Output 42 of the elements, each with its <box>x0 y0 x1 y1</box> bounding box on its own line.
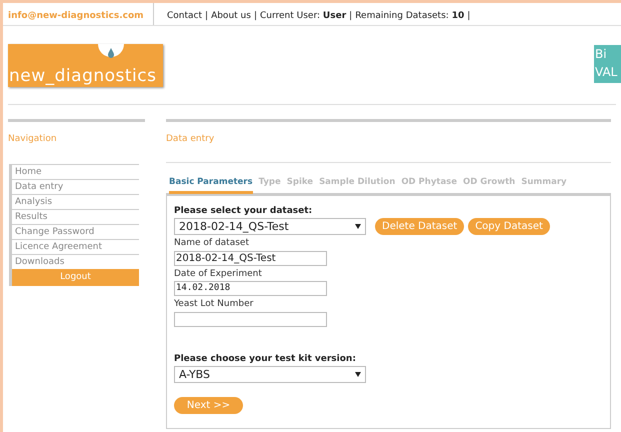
email-link[interactable]: info@new-diagnostics.com <box>8 10 144 23</box>
tab[interactable]: Basic Parameters <box>169 176 253 194</box>
tab[interactable]: OD Phytase <box>401 176 457 194</box>
separator: | <box>467 10 470 22</box>
tab[interactable]: Spike <box>286 176 314 194</box>
separator: | <box>254 10 257 22</box>
nav-item[interactable]: Licence Agreement <box>12 239 139 254</box>
header-link[interactable]: About us <box>211 10 251 23</box>
tab[interactable]: Type <box>258 176 281 194</box>
next-button[interactable]: Next >> <box>174 397 243 414</box>
company-logo: new_diagnostics <box>8 44 163 87</box>
nav-item[interactable]: Analysis <box>12 194 139 209</box>
separator: | <box>349 10 352 22</box>
nav-item[interactable]: Home <box>12 164 139 179</box>
dataset-action-button[interactable]: Delete Dataset <box>375 218 464 236</box>
input-field[interactable]: 14.02.2018 <box>174 281 327 296</box>
dropdown-arrow-icon <box>355 224 361 230</box>
input-field[interactable] <box>174 312 327 327</box>
dropdown-arrow-icon <box>355 372 361 378</box>
nav-item[interactable]: Data entry <box>12 179 139 194</box>
nav-item[interactable]: Results <box>12 209 139 224</box>
header-info: Remaining Datasets: 10 <box>355 10 464 22</box>
input-field[interactable]: 2018-02-14_QS-Test <box>174 250 327 266</box>
nav-item[interactable]: Change Password <box>12 224 139 239</box>
field-label: Name of dataset <box>174 237 250 250</box>
logout-button[interactable]: Logout <box>12 269 139 286</box>
field-label: Yeast Lot Number <box>174 298 254 312</box>
page-title: Data entry <box>166 134 214 144</box>
navigation-title: Navigation <box>8 134 57 144</box>
dataset-action-button[interactable]: Copy Dataset <box>468 218 550 236</box>
tab[interactable]: Summary <box>521 176 567 194</box>
tab[interactable]: Sample Dilution <box>319 176 396 194</box>
field-label: Date of Experiment <box>174 268 263 281</box>
kit-label: Please choose your test kit version: <box>174 352 357 366</box>
partner-logo: Bi VAL <box>594 45 621 83</box>
kit-select[interactable]: A-YBS <box>174 366 366 384</box>
dataset-label: Please select your dataset: <box>174 204 314 218</box>
header-link[interactable]: Contact <box>167 10 202 23</box>
separator: | <box>205 10 208 22</box>
tab[interactable]: OD Growth <box>463 176 516 194</box>
header-info: Current User: User <box>260 10 346 22</box>
dataset-select[interactable]: 2018-02-14_QS-Test <box>174 218 366 236</box>
